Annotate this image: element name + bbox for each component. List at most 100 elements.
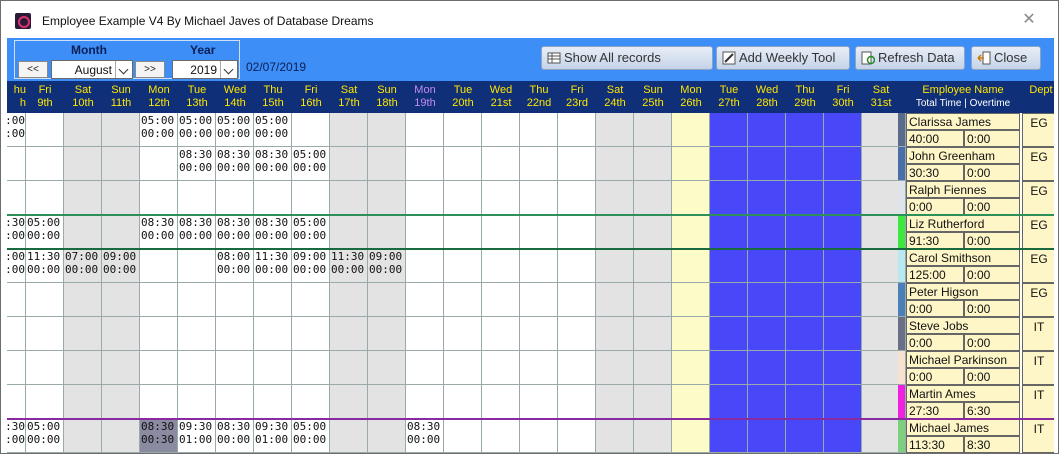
schedule-cell[interactable]: 05:00 00:00 bbox=[26, 215, 64, 249]
schedule-cell[interactable] bbox=[672, 283, 710, 317]
schedule-cell[interactable]: :00:00 bbox=[7, 249, 26, 283]
schedule-cell[interactable] bbox=[786, 419, 824, 453]
schedule-cell[interactable] bbox=[824, 283, 862, 317]
schedule-cell[interactable]: 05:00 00:00 bbox=[254, 113, 292, 147]
schedule-cell[interactable] bbox=[254, 181, 292, 215]
schedule-cell[interactable]: 08:30 00:30 bbox=[140, 419, 178, 453]
schedule-cell[interactable]: 09:30 01:00 bbox=[254, 419, 292, 453]
schedule-cell[interactable] bbox=[672, 317, 710, 351]
schedule-cell[interactable] bbox=[482, 351, 520, 385]
schedule-cell[interactable] bbox=[558, 419, 596, 453]
schedule-cell[interactable] bbox=[102, 147, 140, 181]
next-month-button[interactable]: >> bbox=[135, 61, 165, 78]
chevron-down-icon[interactable] bbox=[220, 61, 237, 78]
schedule-cell[interactable] bbox=[140, 147, 178, 181]
year-select[interactable]: 2019 bbox=[172, 60, 238, 79]
schedule-cell[interactable] bbox=[596, 283, 634, 317]
employee-name-field[interactable]: Liz Rutherford bbox=[906, 215, 1020, 232]
employee-name-field[interactable]: Martin Ames bbox=[906, 385, 1020, 402]
schedule-cell[interactable] bbox=[672, 385, 710, 419]
schedule-cell[interactable] bbox=[102, 283, 140, 317]
schedule-cell[interactable]: 08:30 00:00 bbox=[216, 215, 254, 249]
schedule-cell[interactable] bbox=[520, 215, 558, 249]
schedule-cell[interactable] bbox=[64, 351, 102, 385]
schedule-cell[interactable] bbox=[482, 283, 520, 317]
schedule-cell[interactable] bbox=[26, 113, 64, 147]
schedule-cell[interactable] bbox=[672, 215, 710, 249]
schedule-cell[interactable] bbox=[558, 385, 596, 419]
schedule-cell[interactable] bbox=[520, 419, 558, 453]
schedule-cell[interactable] bbox=[102, 215, 140, 249]
schedule-cell[interactable] bbox=[64, 113, 102, 147]
schedule-cell[interactable] bbox=[748, 113, 786, 147]
schedule-cell[interactable] bbox=[444, 351, 482, 385]
schedule-cell[interactable] bbox=[330, 351, 368, 385]
schedule-cell[interactable] bbox=[634, 419, 672, 453]
schedule-cell[interactable]: 05:00 00:00 bbox=[292, 419, 330, 453]
schedule-cell[interactable] bbox=[558, 351, 596, 385]
month-select[interactable]: August bbox=[51, 60, 133, 79]
schedule-cell[interactable] bbox=[330, 147, 368, 181]
schedule-cell[interactable] bbox=[216, 317, 254, 351]
schedule-cell[interactable] bbox=[824, 249, 862, 283]
schedule-cell[interactable] bbox=[7, 317, 26, 351]
schedule-cell[interactable] bbox=[140, 181, 178, 215]
schedule-cell[interactable] bbox=[520, 283, 558, 317]
schedule-cell[interactable] bbox=[748, 215, 786, 249]
schedule-cell[interactable]: :30:00 bbox=[7, 215, 26, 249]
schedule-cell[interactable] bbox=[64, 317, 102, 351]
schedule-cell[interactable] bbox=[254, 385, 292, 419]
schedule-cell[interactable] bbox=[710, 181, 748, 215]
schedule-cell[interactable] bbox=[520, 113, 558, 147]
schedule-cell[interactable] bbox=[710, 215, 748, 249]
schedule-cell[interactable] bbox=[292, 317, 330, 351]
schedule-cell[interactable] bbox=[596, 249, 634, 283]
schedule-cell[interactable] bbox=[786, 249, 824, 283]
schedule-cell[interactable] bbox=[444, 283, 482, 317]
schedule-cell[interactable]: 08:30 00:00 bbox=[406, 419, 444, 453]
schedule-cell[interactable] bbox=[102, 385, 140, 419]
schedule-cell[interactable] bbox=[786, 283, 824, 317]
schedule-cell[interactable] bbox=[406, 249, 444, 283]
schedule-cell[interactable] bbox=[482, 419, 520, 453]
schedule-cell[interactable] bbox=[520, 249, 558, 283]
schedule-cell[interactable]: 09:30 01:00 bbox=[178, 419, 216, 453]
schedule-cell[interactable] bbox=[406, 113, 444, 147]
schedule-cell[interactable] bbox=[64, 147, 102, 181]
schedule-cell[interactable] bbox=[634, 113, 672, 147]
schedule-cell[interactable] bbox=[292, 113, 330, 147]
schedule-cell[interactable]: 05:00 00:00 bbox=[292, 215, 330, 249]
schedule-cell[interactable]: 11:30 00:00 bbox=[330, 249, 368, 283]
schedule-cell[interactable] bbox=[710, 317, 748, 351]
schedule-cell[interactable] bbox=[482, 181, 520, 215]
schedule-cell[interactable] bbox=[216, 181, 254, 215]
schedule-cell[interactable] bbox=[330, 317, 368, 351]
schedule-cell[interactable]: 05:00 00:00 bbox=[292, 147, 330, 181]
schedule-cell[interactable] bbox=[558, 283, 596, 317]
schedule-cell[interactable] bbox=[634, 215, 672, 249]
schedule-cell[interactable] bbox=[672, 351, 710, 385]
schedule-cell[interactable] bbox=[292, 283, 330, 317]
schedule-cell[interactable] bbox=[862, 249, 900, 283]
schedule-cell[interactable] bbox=[862, 351, 900, 385]
schedule-cell[interactable] bbox=[634, 181, 672, 215]
schedule-cell[interactable] bbox=[26, 147, 64, 181]
schedule-cell[interactable]: 08:30 00:00 bbox=[216, 419, 254, 453]
employee-name-field[interactable]: John Greenham bbox=[906, 147, 1020, 164]
close-button[interactable]: Close bbox=[971, 46, 1041, 70]
add-weekly-tool-button[interactable]: Add Weekly Tool bbox=[716, 46, 850, 70]
schedule-cell[interactable] bbox=[7, 351, 26, 385]
schedule-cell[interactable] bbox=[748, 317, 786, 351]
schedule-cell[interactable] bbox=[444, 215, 482, 249]
schedule-cell[interactable] bbox=[596, 215, 634, 249]
schedule-cell[interactable] bbox=[26, 317, 64, 351]
schedule-cell[interactable] bbox=[254, 317, 292, 351]
schedule-cell[interactable] bbox=[368, 351, 406, 385]
schedule-cell[interactable] bbox=[64, 181, 102, 215]
schedule-cell[interactable] bbox=[102, 351, 140, 385]
refresh-data-button[interactable]: Refresh Data bbox=[855, 46, 965, 70]
schedule-cell[interactable] bbox=[254, 283, 292, 317]
schedule-cell[interactable] bbox=[330, 215, 368, 249]
schedule-cell[interactable] bbox=[368, 181, 406, 215]
show-all-records-button[interactable]: Show All records bbox=[541, 46, 713, 70]
